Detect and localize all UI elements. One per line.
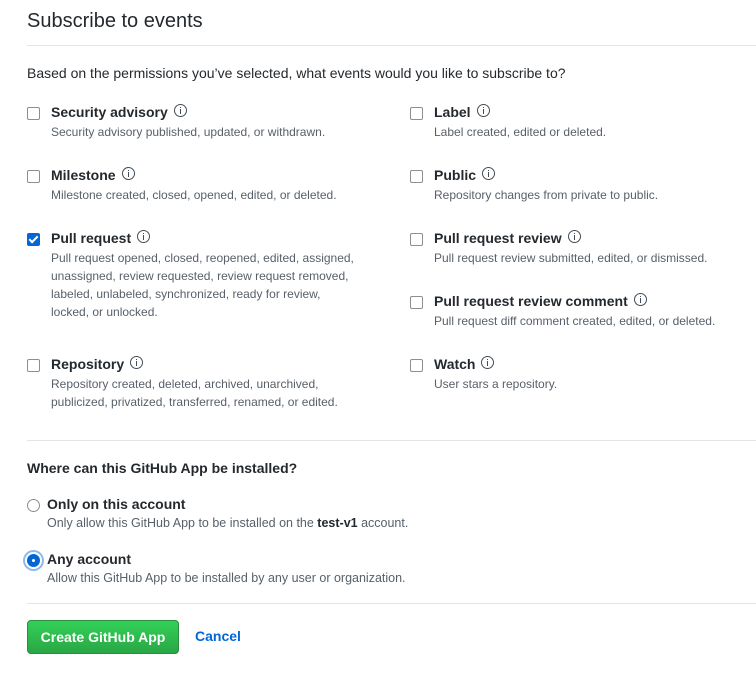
event-description: Label created, edited or deleted. <box>434 125 607 139</box>
this-account-radio[interactable] <box>27 499 40 512</box>
pull-request-review-comment-checkbox[interactable] <box>410 296 423 309</box>
option-label[interactable]: Only on this account <box>47 496 185 512</box>
info-icon[interactable] <box>173 104 187 117</box>
event-label[interactable]: Security advisory <box>51 104 187 120</box>
create-github-app-button[interactable]: Create GitHub App <box>27 620 179 654</box>
info-icon[interactable] <box>476 104 490 117</box>
milestone-checkbox[interactable] <box>27 170 40 183</box>
pull-request-review-checkbox[interactable] <box>410 233 423 246</box>
section-title: Subscribe to events <box>27 10 203 32</box>
event-description: Pull request review submitted, edited, o… <box>434 251 708 265</box>
option-label[interactable]: Any account <box>47 551 131 567</box>
info-icon[interactable] <box>130 356 144 369</box>
public-checkbox[interactable] <box>410 170 423 183</box>
event-description: Pull request diff comment created, edite… <box>434 314 716 328</box>
event-label[interactable]: Pull request review <box>434 230 581 246</box>
event-label[interactable]: Pull request <box>51 230 151 246</box>
event-description: Security advisory published, updated, or… <box>51 125 326 139</box>
repository-checkbox[interactable] <box>27 359 40 372</box>
event-description: Repository changes from private to publi… <box>434 188 659 202</box>
info-icon[interactable] <box>137 230 151 243</box>
info-icon[interactable] <box>121 167 135 180</box>
info-icon[interactable] <box>482 167 496 180</box>
event-description: Milestone created, closed, opened, edite… <box>51 188 337 202</box>
any-account-radio[interactable] <box>27 554 40 567</box>
option-description: Allow this GitHub App to be installed by… <box>47 571 406 585</box>
install-question: Where can this GitHub App be installed? <box>27 460 298 476</box>
event-label[interactable]: Repository <box>51 356 144 372</box>
info-icon[interactable] <box>633 293 647 306</box>
account-name: test-v1 <box>317 516 358 530</box>
pull-request-checkbox[interactable] <box>27 233 40 246</box>
event-label[interactable]: Watch <box>434 356 495 372</box>
event-description: Pull request opened, closed, reopened, e… <box>51 251 354 319</box>
divider <box>27 440 756 441</box>
event-description: User stars a repository. <box>434 377 558 391</box>
event-description: Repository created, deleted, archived, u… <box>51 377 338 409</box>
intro-text: Based on the permissions you’ve selected… <box>27 65 566 81</box>
watch-checkbox[interactable] <box>410 359 423 372</box>
label-checkbox[interactable] <box>410 107 423 120</box>
info-icon[interactable] <box>481 356 495 369</box>
event-label[interactable]: Label <box>434 104 490 120</box>
divider <box>27 45 756 46</box>
event-label[interactable]: Milestone <box>51 167 135 183</box>
divider <box>27 603 756 604</box>
security-advisory-checkbox[interactable] <box>27 107 40 120</box>
event-label[interactable]: Pull request review comment <box>434 293 647 309</box>
option-description: Only allow this GitHub App to be install… <box>47 516 409 530</box>
event-label[interactable]: Public <box>434 167 496 183</box>
info-icon[interactable] <box>567 230 581 243</box>
cancel-button[interactable]: Cancel <box>195 628 241 644</box>
